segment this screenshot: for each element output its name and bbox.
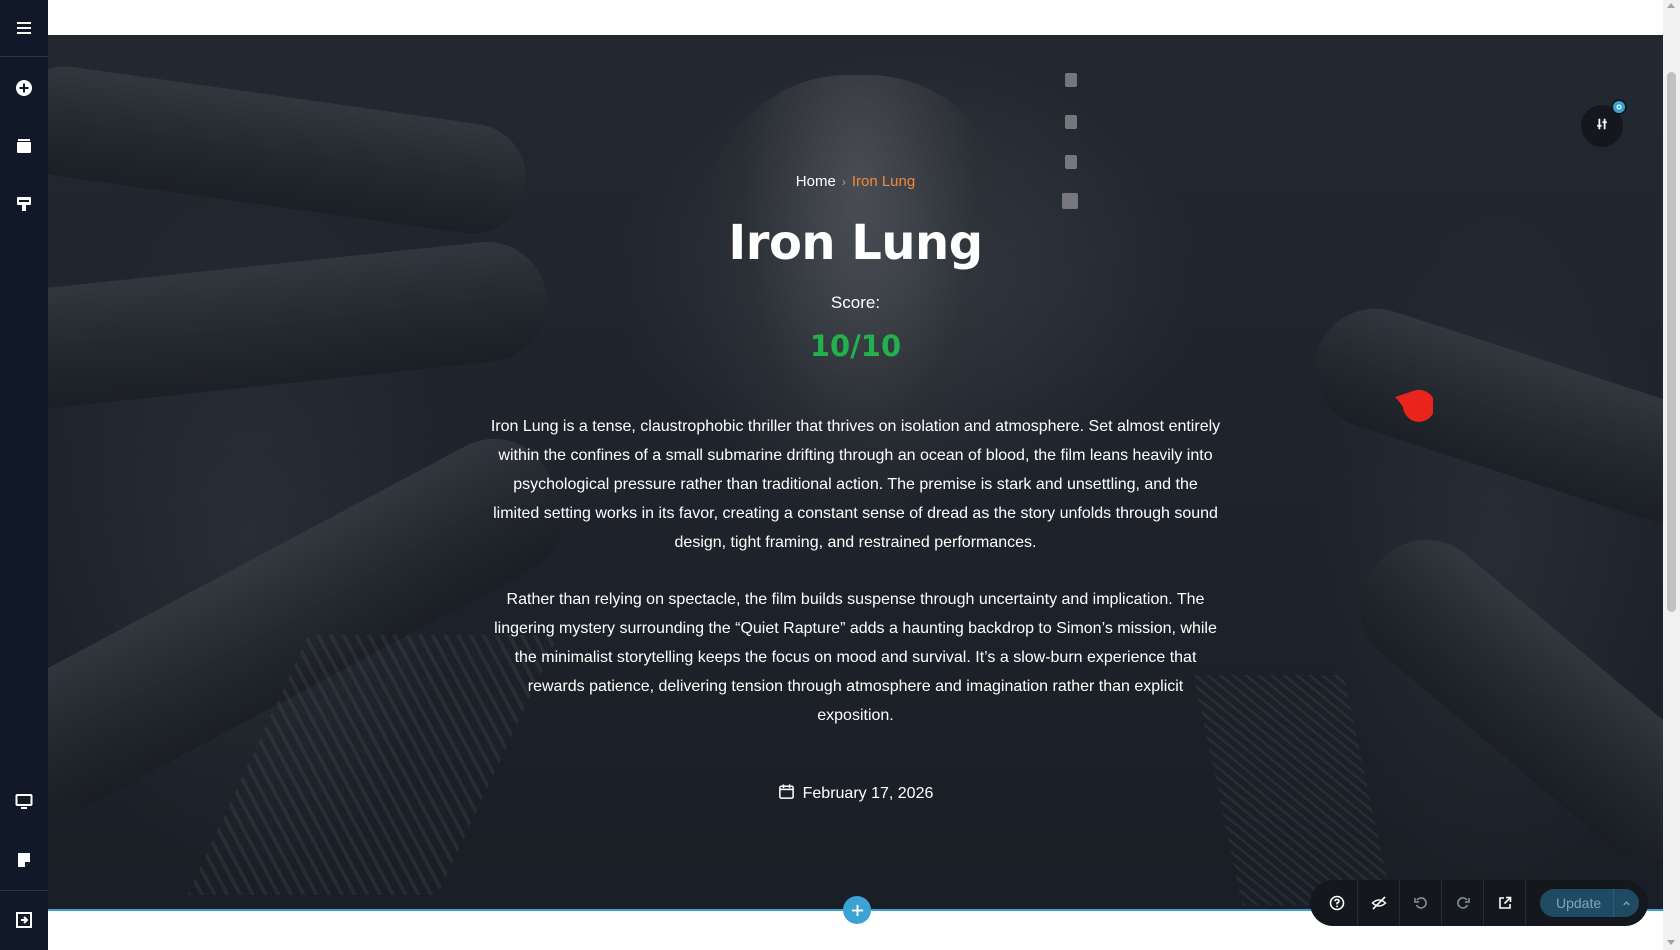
- breadcrumb: Home › Iron Lung: [48, 173, 1663, 190]
- review-paragraph-1: Iron Lung is a tense, claustrophobic thr…: [490, 418, 1221, 551]
- notes-icon[interactable]: [0, 838, 48, 882]
- exit-icon[interactable]: [0, 898, 48, 942]
- canvas-top-strip: [48, 0, 1663, 35]
- add-element-icon[interactable]: [0, 66, 48, 110]
- review-paragraph-2: Rather than relying on spectacle, the fi…: [494, 591, 1217, 724]
- help-icon[interactable]: [1316, 880, 1358, 926]
- calendar-icon: [778, 783, 795, 805]
- page-title: Iron Lung: [728, 215, 983, 271]
- breadcrumb-current: Iron Lung: [851, 173, 916, 190]
- post-date-text: February 17, 2026: [802, 785, 934, 802]
- post-date: February 17, 2026: [48, 783, 1663, 805]
- ai-settings-button[interactable]: [1581, 99, 1627, 147]
- scroll-up-arrow-icon[interactable]: [1667, 3, 1675, 8]
- scroll-down-arrow-icon[interactable]: [1667, 940, 1675, 945]
- sparkle-badge-icon: [1611, 99, 1627, 115]
- update-button-group: Update: [1540, 889, 1640, 917]
- score-value: 10/10: [809, 329, 902, 363]
- chevron-up-icon[interactable]: [1613, 889, 1639, 917]
- responsive-desktop-icon[interactable]: [0, 780, 48, 824]
- hide-preview-icon[interactable]: [1358, 880, 1400, 926]
- breadcrumb-home-link[interactable]: Home: [796, 173, 836, 190]
- layers-icon[interactable]: [0, 124, 48, 168]
- styles-icon[interactable]: [0, 182, 48, 226]
- add-section-button[interactable]: [843, 896, 871, 924]
- hero-section[interactable]: Home › Iron Lung Iron Lung Score: 10/10 Ir…: [48, 35, 1663, 909]
- editor-left-toolbar: [0, 0, 48, 950]
- pointer-cursor-icon: [1393, 383, 1435, 423]
- score-label: Score:: [830, 293, 881, 312]
- undo-icon[interactable]: [1400, 880, 1442, 926]
- redo-icon[interactable]: [1442, 880, 1484, 926]
- breadcrumb-separator: ›: [841, 175, 846, 189]
- editor-action-bar: Update: [1310, 880, 1648, 926]
- sliders-icon: [1595, 117, 1609, 136]
- update-button[interactable]: Update: [1540, 889, 1613, 917]
- menu-icon[interactable]: [0, 6, 48, 50]
- external-preview-icon[interactable]: [1484, 880, 1526, 926]
- vertical-scrollbar[interactable]: [1663, 0, 1680, 950]
- scrollbar-thumb[interactable]: [1667, 72, 1676, 612]
